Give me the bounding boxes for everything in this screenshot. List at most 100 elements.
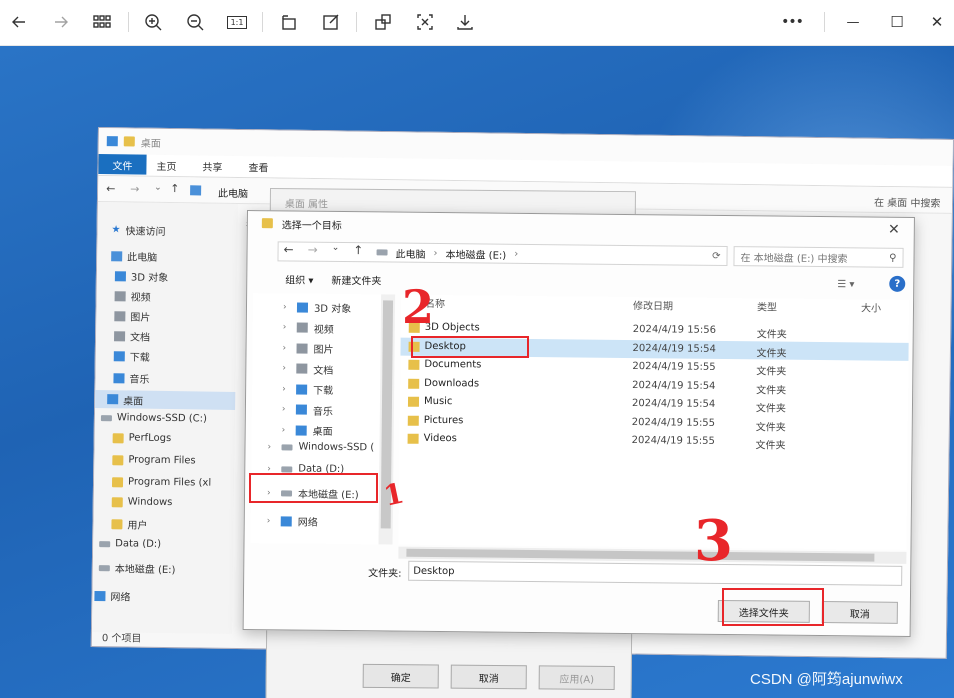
- nav-item[interactable]: ★ 快速访问: [111, 222, 165, 238]
- column-header-size[interactable]: 大小: [861, 299, 881, 314]
- up-arrow-icon[interactable]: ↑: [170, 182, 179, 195]
- nav-item[interactable]: 文档: [114, 328, 150, 344]
- chevron-right-icon[interactable]: ›: [283, 343, 291, 353]
- crop-icon[interactable]: [370, 8, 396, 36]
- help-icon[interactable]: ?: [889, 275, 906, 292]
- nav-item[interactable]: Data (D:): [99, 538, 161, 550]
- explorer-search-input[interactable]: 在 桌面 中搜索: [874, 194, 941, 210]
- folder-icon: [407, 396, 420, 407]
- chevron-right-icon[interactable]: ›: [282, 384, 290, 394]
- tree-item[interactable]: › 视频: [283, 320, 334, 335]
- nav-item[interactable]: 本地磁盘 (E:): [98, 560, 176, 576]
- edit-icon[interactable]: [318, 8, 344, 36]
- tree-item[interactable]: › 桌面: [282, 422, 333, 438]
- forward-arrow-icon[interactable]: →: [308, 243, 318, 257]
- forward-arrow-icon[interactable]: →: [130, 182, 139, 195]
- more-options-icon[interactable]: •••: [776, 8, 808, 36]
- text-recognition-icon[interactable]: [412, 8, 438, 36]
- nav-item[interactable]: Windows-SSD (C:): [100, 412, 207, 425]
- tree-item[interactable]: › 音乐: [282, 402, 333, 417]
- ribbon-tab-share[interactable]: 共享: [202, 158, 222, 173]
- properties-ok-button[interactable]: 确定: [362, 663, 439, 689]
- back-arrow-icon[interactable]: ←: [284, 242, 294, 256]
- chevron-right-icon[interactable]: ›: [283, 302, 291, 312]
- gray-icon: [296, 322, 308, 333]
- tree-item[interactable]: › Windows-SSD (: [267, 441, 374, 454]
- nav-item[interactable]: Windows: [111, 496, 172, 508]
- blue-icon: [296, 384, 308, 395]
- tree-item[interactable]: › 下载: [282, 381, 333, 397]
- back-arrow-icon[interactable]: ←: [106, 182, 115, 195]
- actual-size-icon[interactable]: 1:1: [224, 8, 250, 36]
- nav-item[interactable]: Program Files: [112, 454, 196, 467]
- rotate-icon[interactable]: [276, 8, 302, 36]
- up-arrow-icon[interactable]: ↑: [353, 243, 363, 257]
- refresh-icon[interactable]: ⟳: [712, 250, 721, 261]
- chevron-down-icon[interactable]: ⌄: [154, 183, 162, 193]
- blue-icon: [295, 425, 307, 436]
- zoom-out-icon[interactable]: [182, 8, 208, 36]
- file-date: 2024/4/19 15:54: [632, 379, 716, 392]
- nav-item[interactable]: Program Files (xl: [111, 476, 211, 489]
- file-name: Videos: [423, 432, 457, 445]
- nav-item[interactable]: 音乐: [113, 370, 150, 386]
- nav-item[interactable]: 视频: [114, 288, 151, 304]
- tree-item[interactable]: › 网络: [267, 513, 318, 529]
- chevron-right-icon[interactable]: ›: [283, 322, 291, 332]
- file-date: 2024/4/19 15:56: [632, 324, 717, 336]
- download-icon[interactable]: [452, 8, 478, 36]
- ribbon-tab-home[interactable]: 主页: [156, 158, 176, 173]
- properties-apply-button[interactable]: 应用(A): [538, 665, 615, 691]
- ribbon-tab-file[interactable]: 文件: [98, 154, 147, 175]
- tree-item[interactable]: › 图片: [282, 340, 334, 356]
- list-scrollbar-thumb[interactable]: [406, 548, 875, 562]
- organize-button[interactable]: 组织 ▾: [285, 271, 313, 286]
- nav-item[interactable]: 此电脑: [111, 248, 157, 264]
- file-type: 文件夹: [756, 384, 787, 397]
- file-type: 文件夹: [756, 347, 787, 360]
- new-folder-button[interactable]: 新建文件夹: [331, 271, 381, 287]
- maximize-icon[interactable]: ☐: [884, 8, 910, 36]
- back-arrow-icon[interactable]: [6, 8, 32, 36]
- view-options-icon[interactable]: ☰ ▾: [837, 279, 854, 290]
- ribbon-tab-view[interactable]: 查看: [248, 159, 268, 174]
- zoom-in-icon[interactable]: [140, 8, 166, 36]
- drive-icon: [99, 540, 111, 547]
- properties-cancel-button[interactable]: 取消: [450, 664, 527, 690]
- dialog-search-input[interactable]: 在 本地磁盘 (E:) 中搜索 ⚲: [733, 246, 904, 268]
- nav-item[interactable]: 图片: [114, 308, 150, 324]
- nav-item[interactable]: PerfLogs: [112, 432, 172, 445]
- nav-item[interactable]: 网络: [94, 588, 131, 603]
- nav-item-label: PerfLogs: [128, 432, 172, 445]
- close-icon[interactable]: ✕: [888, 222, 900, 238]
- nav-item-label: 快速访问: [125, 226, 166, 238]
- chevron-right-icon[interactable]: ›: [282, 404, 290, 414]
- tree-item[interactable]: › 文档: [282, 361, 333, 376]
- nav-item[interactable]: 下载: [113, 348, 150, 364]
- dialog-cancel-button[interactable]: 取消: [821, 601, 898, 624]
- chevron-right-icon[interactable]: ›: [282, 363, 290, 373]
- close-icon[interactable]: ✕: [924, 8, 950, 36]
- gray-icon: [114, 290, 126, 301]
- forward-arrow-icon[interactable]: [48, 8, 74, 36]
- nav-item[interactable]: 用户: [111, 516, 148, 532]
- column-header-date[interactable]: 修改日期: [633, 297, 673, 312]
- grid-view-icon[interactable]: [88, 8, 116, 36]
- nav-item-label: 视频: [130, 292, 151, 304]
- nav-item[interactable]: 桌面: [95, 389, 236, 410]
- chevron-right-icon[interactable]: ›: [267, 442, 275, 452]
- breadcrumb-drive-e[interactable]: 本地磁盘 (E:): [445, 246, 506, 262]
- nav-item-label: 文档: [129, 332, 151, 344]
- nav-item-label: Program Files: [128, 454, 196, 467]
- breadcrumb-this-pc[interactable]: 此电脑: [395, 245, 425, 260]
- chevron-down-icon[interactable]: ⌄: [332, 243, 340, 257]
- explorer-breadcrumb[interactable]: 此电脑: [218, 185, 248, 200]
- minimize-icon[interactable]: —: [840, 8, 866, 36]
- search-icon: ⚲: [889, 252, 897, 264]
- column-header-type[interactable]: 类型: [757, 298, 777, 313]
- nav-item[interactable]: 3D 对象: [114, 268, 168, 284]
- chevron-right-icon[interactable]: ›: [267, 516, 275, 526]
- tree-item[interactable]: › 3D 对象: [283, 299, 351, 315]
- chevron-right-icon[interactable]: ›: [282, 425, 290, 435]
- folder-input[interactable]: Desktop: [408, 560, 903, 586]
